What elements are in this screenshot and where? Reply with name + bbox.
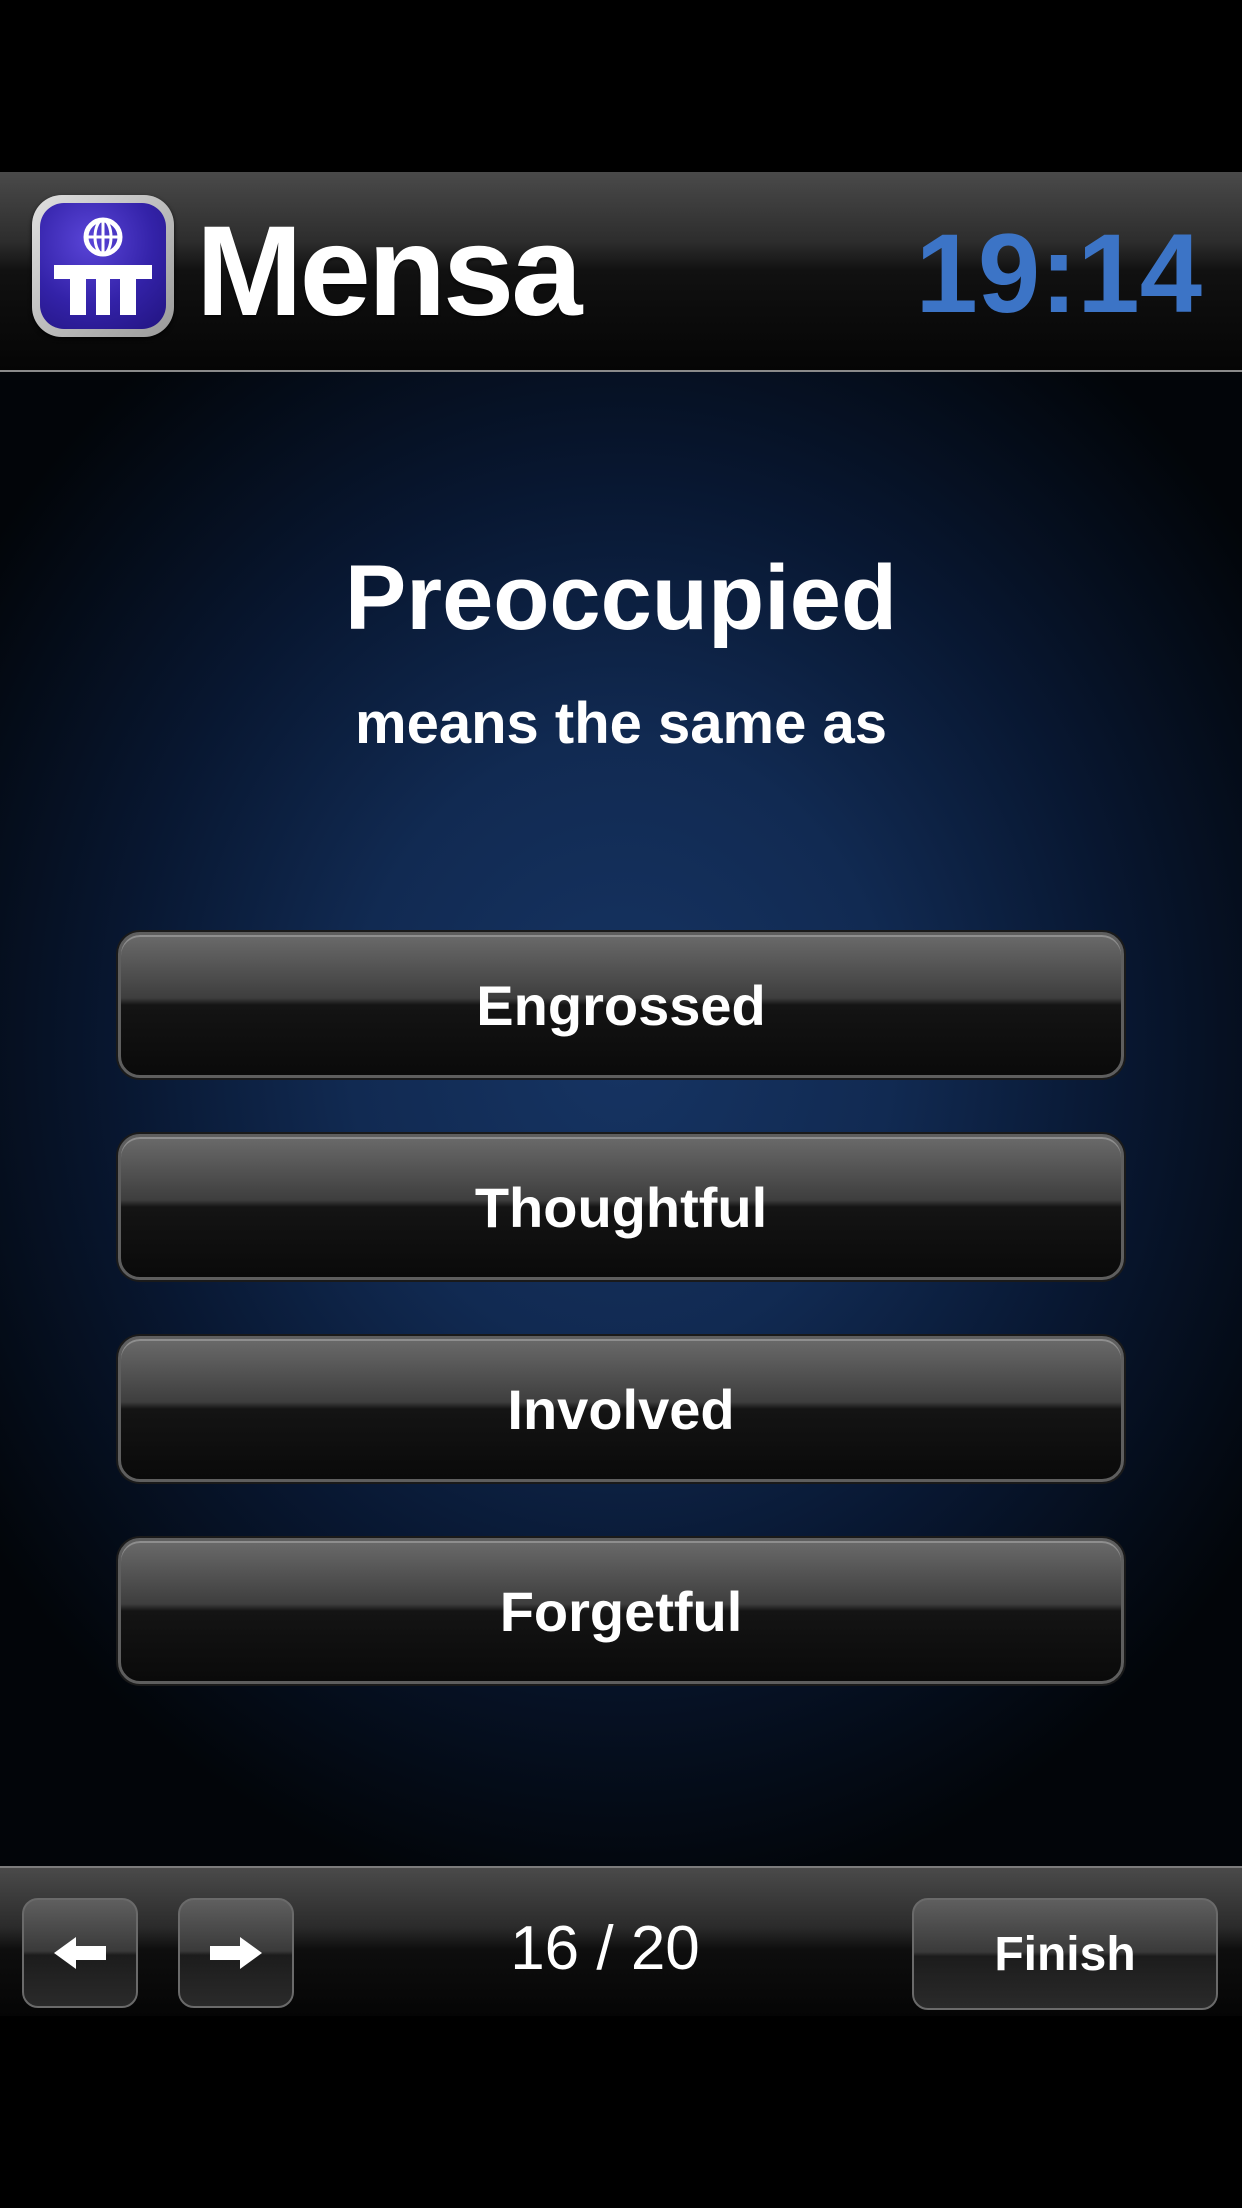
answer-button-2[interactable]: Thoughtful [118, 1134, 1124, 1280]
navigation-toolbar: 16 / 20 Finish [0, 1866, 1242, 2016]
question-panel: Preoccupied means the same as Engrossed … [0, 372, 1242, 1866]
app-header: Mensa 19:14 [0, 172, 1242, 372]
answer-button-1[interactable]: Engrossed [118, 932, 1124, 1078]
next-button[interactable] [178, 1898, 294, 2008]
arrow-left-icon [54, 1937, 106, 1969]
bottom-area [0, 2016, 1242, 2208]
finish-button[interactable]: Finish [912, 1898, 1218, 2010]
answer-button-3[interactable]: Involved [118, 1336, 1124, 1482]
question-prompt: means the same as [355, 691, 887, 756]
arrow-right-icon [210, 1937, 262, 1969]
status-bar-area [0, 0, 1242, 172]
previous-button[interactable] [22, 1898, 138, 2008]
mensa-logo-icon [32, 195, 174, 337]
question-word: Preoccupied [344, 547, 898, 649]
question-counter: 16 / 20 [510, 1914, 700, 1983]
answer-button-4[interactable]: Forgetful [118, 1538, 1124, 1684]
countdown-timer: 19:14 [915, 211, 1202, 336]
brand-title: Mensa [196, 200, 582, 343]
